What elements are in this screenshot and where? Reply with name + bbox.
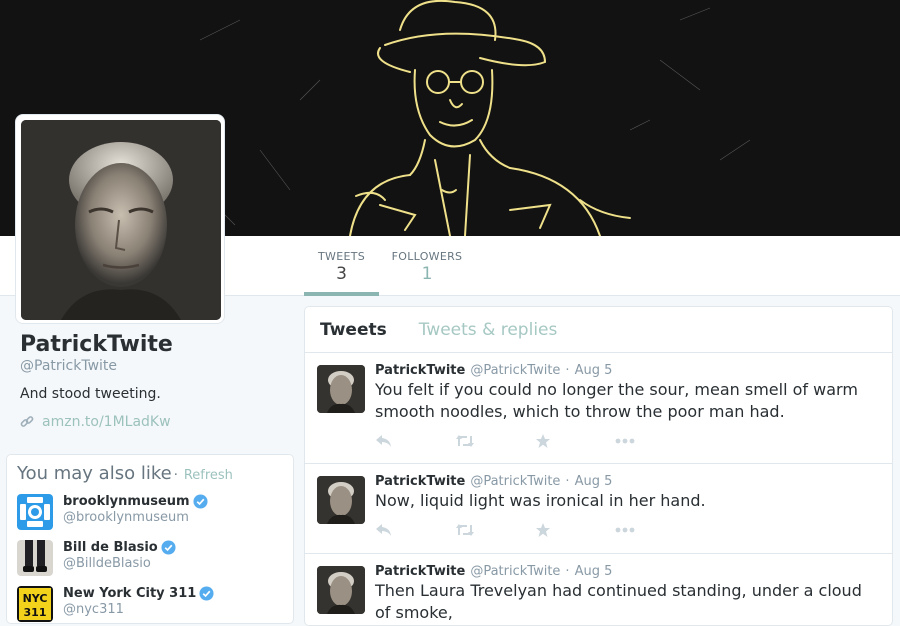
suggestion-name[interactable]: New York City 311 xyxy=(63,586,196,601)
more-icon xyxy=(615,527,635,533)
tweet-timeline: Tweets Tweets & replies PatrickTwite @Pa… xyxy=(304,306,893,626)
favorite-button[interactable] xyxy=(535,520,615,540)
suggestion-handle: @brooklynmuseum xyxy=(63,510,189,525)
suggestion-name[interactable]: Bill de Blasio xyxy=(63,540,158,555)
retweet-button[interactable] xyxy=(455,520,535,540)
retweet-button[interactable] xyxy=(455,431,535,451)
tweet-avatar[interactable] xyxy=(317,566,365,614)
tweet-avatar[interactable] xyxy=(317,365,365,413)
retweet-icon xyxy=(456,435,474,447)
reply-icon xyxy=(376,435,391,447)
profile-website: amzn.to/1MLadKw xyxy=(20,414,290,430)
tweet-text: Now, liquid light was ironical in her ha… xyxy=(375,491,706,510)
reply-icon xyxy=(376,524,391,536)
tab-tweets-and-replies[interactable]: Tweets & replies xyxy=(419,320,558,340)
profile-avatar-card[interactable] xyxy=(15,114,225,324)
tweet-timestamp[interactable]: Aug 5 xyxy=(575,363,613,378)
svg-text:NYC: NYC xyxy=(23,592,48,605)
suggestion-item[interactable]: NYC 311 New York City 311 @nyc311 xyxy=(17,586,283,622)
suggestions-module: You may also like · Refresh brooklynmuse… xyxy=(6,454,294,624)
tweet-timestamp[interactable]: Aug 5 xyxy=(575,474,613,489)
tweet-actions xyxy=(375,512,880,548)
tab-tweets[interactable]: Tweets xyxy=(320,320,387,340)
refresh-link[interactable]: Refresh xyxy=(184,468,233,483)
favorite-button[interactable] xyxy=(535,431,615,451)
star-icon xyxy=(536,523,550,537)
tweet-text: You felt if you could no longer the sour… xyxy=(375,380,858,421)
profile-avatar xyxy=(21,120,221,320)
more-button[interactable] xyxy=(615,520,695,540)
star-icon xyxy=(536,434,550,448)
tweet-item[interactable]: PatrickTwite @PatrickTwite · Aug 5 Now, … xyxy=(305,464,892,554)
suggestion-handle: @BilldeBlasio xyxy=(63,556,151,571)
profile-website-link[interactable]: amzn.to/1MLadKw xyxy=(42,414,171,430)
followers-stat-count: 1 xyxy=(421,264,433,284)
tweet-actions xyxy=(375,423,880,459)
profile-handle[interactable]: @PatrickTwite xyxy=(20,358,290,374)
suggestion-name[interactable]: brooklynmuseum xyxy=(63,494,190,509)
more-icon xyxy=(615,438,635,444)
tweet-separator: · xyxy=(565,363,570,378)
tweet-author-handle[interactable]: @PatrickTwite xyxy=(470,474,560,489)
tweet-avatar[interactable] xyxy=(317,476,365,524)
sketch-portrait-banner-image xyxy=(199,0,751,236)
suggestion-item[interactable]: brooklynmuseum @brooklynmuseum xyxy=(17,494,283,530)
suggestions-title: You may also like xyxy=(17,463,172,484)
tweet-text: Then Laura Trevelyan had continued stand… xyxy=(375,581,862,622)
profile-info: PatrickTwite @PatrickTwite And stood twe… xyxy=(20,332,290,430)
suggestion-item[interactable]: Bill de Blasio @BilldeBlasio xyxy=(17,540,283,576)
retweet-icon xyxy=(456,524,474,536)
verified-badge-icon xyxy=(161,540,176,555)
link-icon xyxy=(20,416,34,427)
tweet-author-name[interactable]: PatrickTwite xyxy=(375,474,465,489)
tweet-separator: · xyxy=(565,474,570,489)
profile-name[interactable]: PatrickTwite xyxy=(20,332,290,357)
nyc311-avatar[interactable]: NYC 311 xyxy=(17,586,53,622)
tweet-item[interactable]: PatrickTwite @PatrickTwite · Aug 5 You f… xyxy=(305,353,892,464)
followers-stat-label: FOLLOWERS xyxy=(391,250,463,263)
verified-badge-icon xyxy=(199,586,214,601)
tweet-separator: · xyxy=(565,564,570,579)
timeline-tabs: Tweets Tweets & replies xyxy=(305,307,892,353)
tweets-stat-count: 3 xyxy=(336,264,347,284)
nav-followers-stat[interactable]: FOLLOWERS 1 xyxy=(389,236,465,296)
suggestions-separator: · xyxy=(173,468,178,483)
reply-button[interactable] xyxy=(375,520,455,540)
billdeblasio-avatar[interactable] xyxy=(17,540,53,576)
tweet-author-handle[interactable]: @PatrickTwite xyxy=(470,363,560,378)
reply-button[interactable] xyxy=(375,431,455,451)
svg-text:311: 311 xyxy=(24,606,47,619)
tweet-item[interactable]: PatrickTwite @PatrickTwite · Aug 5 Then … xyxy=(305,554,892,625)
tweet-author-name[interactable]: PatrickTwite xyxy=(375,564,465,579)
tweet-author-handle[interactable]: @PatrickTwite xyxy=(470,564,560,579)
more-button[interactable] xyxy=(615,431,695,451)
tweet-author-name[interactable]: PatrickTwite xyxy=(375,363,465,378)
brooklynmuseum-avatar[interactable] xyxy=(17,494,53,530)
verified-badge-icon xyxy=(193,494,208,509)
profile-bio: And stood tweeting. xyxy=(20,386,161,402)
nav-tweets-stat[interactable]: TWEETS 3 xyxy=(304,236,379,296)
tweet-timestamp[interactable]: Aug 5 xyxy=(575,564,613,579)
tweets-stat-label: TWEETS xyxy=(318,250,365,263)
